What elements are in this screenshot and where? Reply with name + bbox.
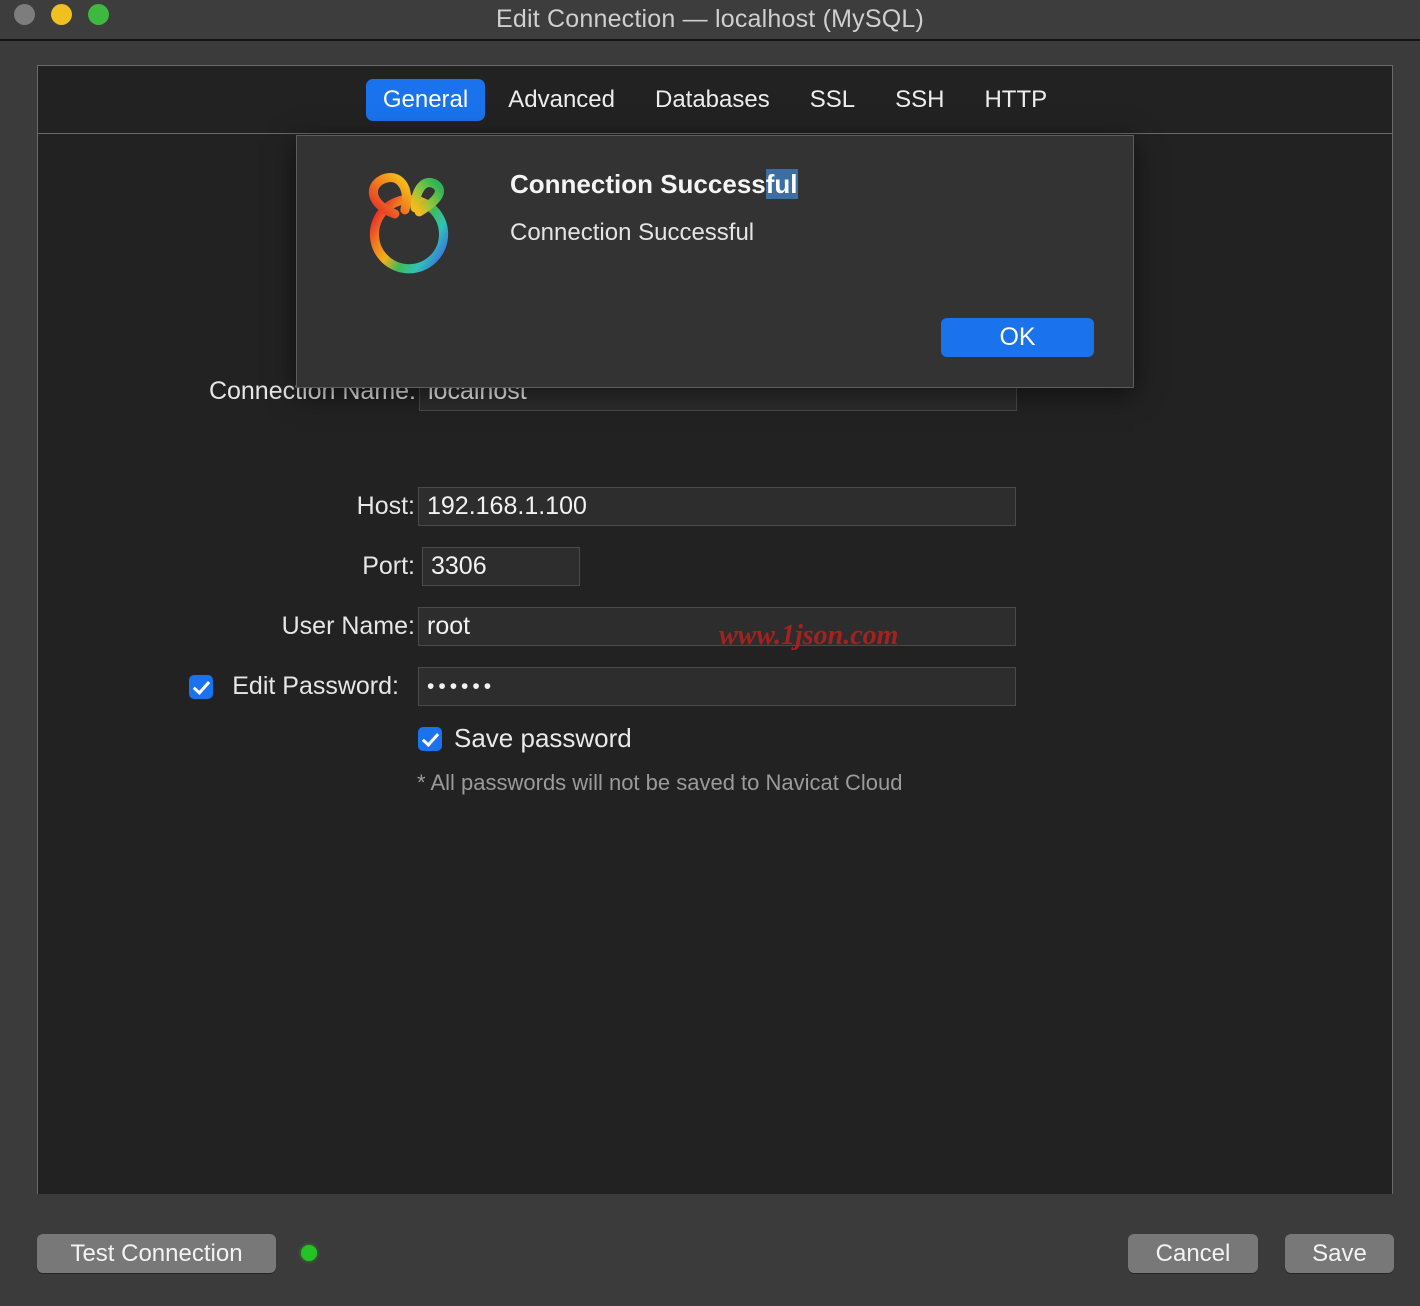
edit-password-row: Edit Password: ••••••	[189, 667, 1016, 706]
tab-ssl[interactable]: SSL	[793, 79, 872, 121]
tab-databases[interactable]: Databases	[638, 79, 787, 121]
port-input[interactable]: 3306	[422, 547, 580, 586]
password-note-text: * All passwords will not be saved to Nav…	[417, 770, 903, 795]
dialog-heading-selected-text: ful	[765, 169, 798, 199]
dialog-heading: Connection Successful	[510, 169, 798, 200]
user-name-label: User Name:	[281, 612, 415, 640]
edit-password-checkbox[interactable]	[189, 674, 213, 699]
save-password-row[interactable]: Save password	[418, 723, 632, 754]
user-name-row: User Name: root	[259, 607, 1016, 646]
tab-advanced[interactable]: Advanced	[491, 79, 632, 121]
dialog-message: Connection Successful	[510, 219, 755, 246]
port-label: Port:	[362, 552, 415, 580]
window-titlebar: Edit Connection — localhost (MySQL)	[0, 0, 1420, 41]
save-password-checkbox[interactable]	[418, 726, 442, 751]
save-button[interactable]: Save	[1285, 1234, 1394, 1273]
dialog-ok-button[interactable]: OK	[941, 318, 1094, 357]
tab-ssh[interactable]: SSH	[878, 79, 961, 121]
test-connection-button[interactable]: Test Connection	[37, 1234, 276, 1273]
host-label: Host:	[356, 492, 415, 520]
password-note-row: * All passwords will not be saved to Nav…	[417, 770, 902, 796]
tab-general[interactable]: General	[365, 78, 486, 121]
host-row: Host: 192.168.1.100	[337, 487, 1016, 526]
connection-successful-dialog: Connection Successful Connection Success…	[296, 135, 1134, 388]
edit-password-label: Edit Password:	[232, 672, 399, 700]
tab-bar: General Advanced Databases SSL SSH HTTP	[38, 66, 1392, 134]
dialog-heading-plain: Connection Success	[510, 169, 766, 199]
save-password-label: Save password	[454, 723, 632, 753]
cancel-button[interactable]: Cancel	[1128, 1234, 1258, 1273]
port-row: Port: 3306	[341, 547, 580, 586]
user-name-input[interactable]: root	[418, 607, 1016, 646]
window-title: Edit Connection — localhost (MySQL)	[495, 5, 924, 33]
connection-status-indicator	[301, 1245, 317, 1261]
host-input[interactable]: 192.168.1.100	[418, 487, 1016, 526]
password-input[interactable]: ••••••	[418, 667, 1016, 706]
tab-http[interactable]: HTTP	[967, 79, 1064, 121]
navicat-logo-icon	[368, 173, 449, 274]
